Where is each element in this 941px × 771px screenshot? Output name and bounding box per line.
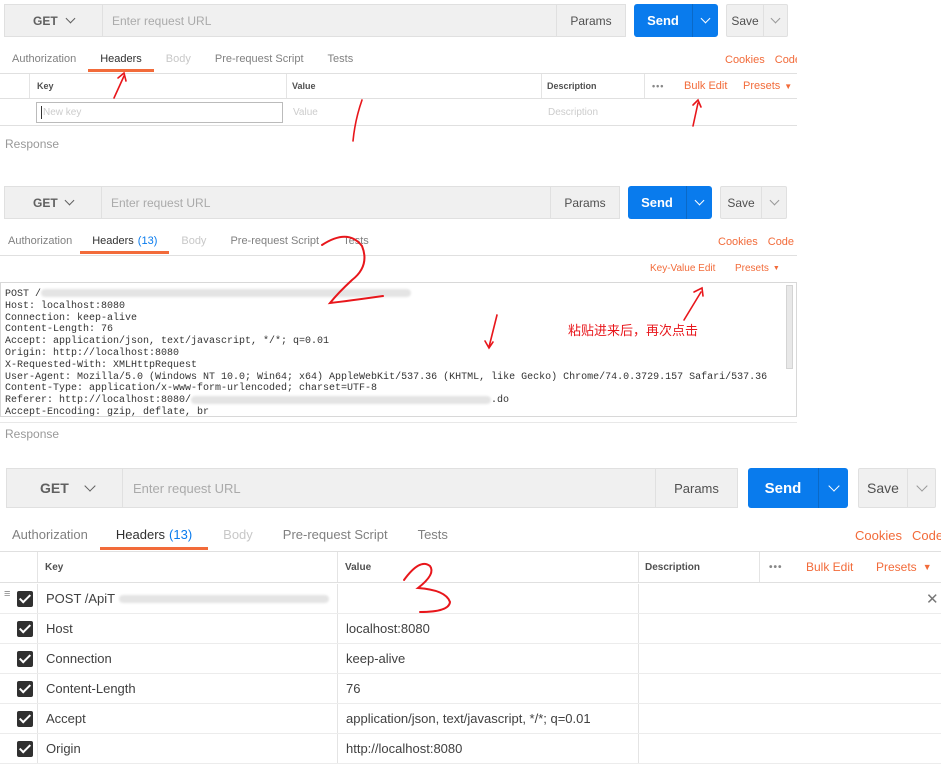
handwritten-3 [403, 562, 452, 613]
paste-instruction-annotation: 粘贴进来后，再次点击 [568, 324, 699, 339]
arrow-annotation [692, 102, 699, 127]
annotation-layer [113, 71, 704, 613]
arrow-annotation [683, 291, 702, 321]
handwritten-1 [352, 99, 363, 142]
handwritten-2 [321, 235, 384, 305]
arrow-annotation [113, 75, 125, 99]
